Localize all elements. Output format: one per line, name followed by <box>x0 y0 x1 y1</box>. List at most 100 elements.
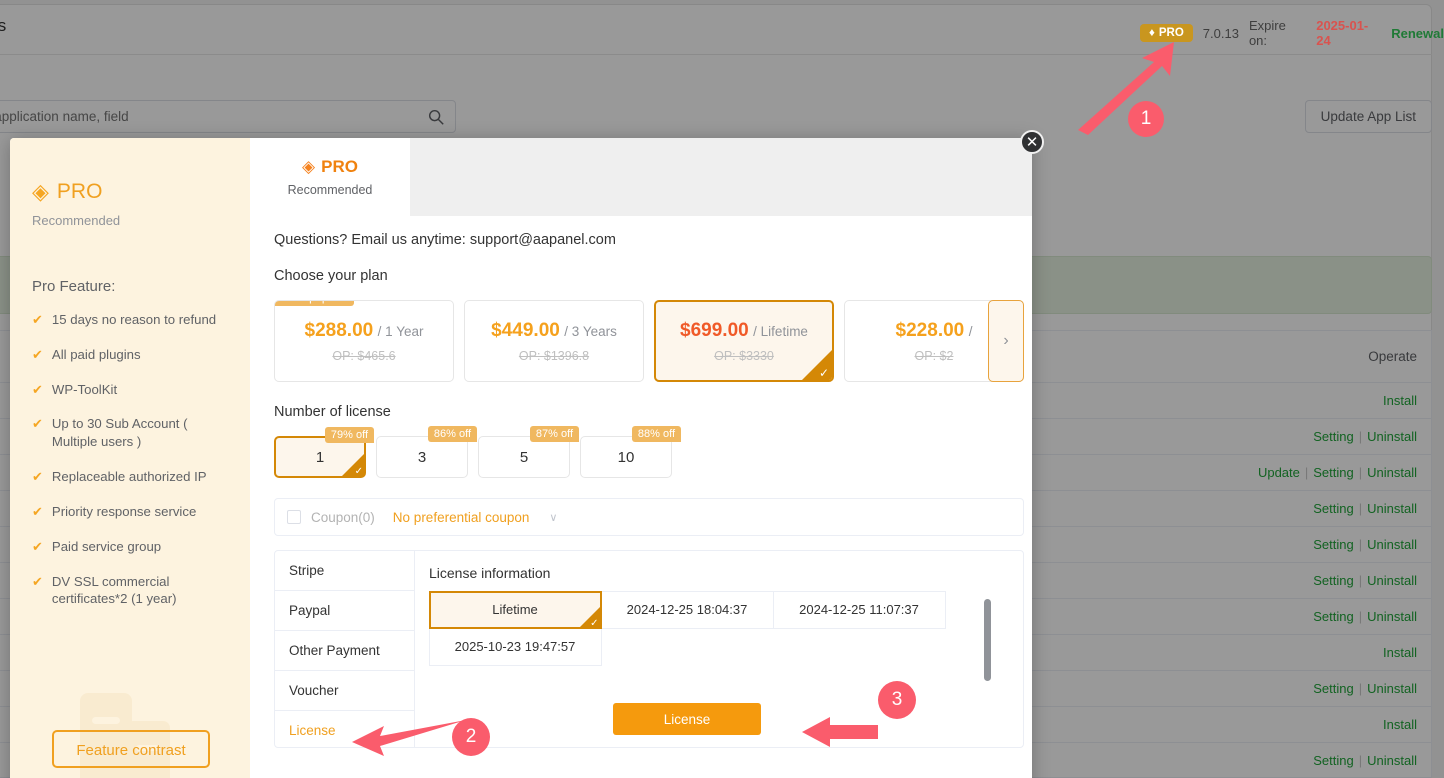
pro-feature-label: Priority response service <box>52 503 196 521</box>
tab-pro-title: ◈ PRO <box>302 157 358 177</box>
screen: ug-ins Update App List ss cation Status … <box>0 0 1444 778</box>
gem-icon: ◈ <box>302 157 315 177</box>
pro-feature-label: All paid plugins <box>52 346 141 364</box>
payment-detail: License information Lifetime✓2024-12-25 … <box>415 551 1023 747</box>
license-cell-label: 2024-12-25 11:07:37 <box>799 602 919 617</box>
pro-feature-item: ✔ Replaceable authorized IP <box>32 468 250 486</box>
check-icon: ✔ <box>32 573 43 609</box>
tab-pro-sublabel: Recommended <box>288 183 373 197</box>
check-icon: ✔ <box>32 381 43 399</box>
plan-options: Most popular$288.00 / 1 YearOP: $465.6$4… <box>274 300 1024 382</box>
pro-purchase-modal: ◈ PRO Recommended Pro Feature: ✔ 15 days … <box>10 138 1032 778</box>
plans-next-arrow-icon[interactable]: › <box>988 300 1024 382</box>
license-cell-3[interactable]: 2025-10-23 19:47:57 <box>429 628 602 666</box>
discount-badge: 88% off <box>632 426 681 442</box>
pro-feature-item: ✔Up to 30 Sub Account ( Multiple users ) <box>32 415 250 451</box>
payment-method-paypal[interactable]: Paypal <box>275 591 414 631</box>
license-count-label: 5 <box>520 449 528 466</box>
payment-method-stripe[interactable]: Stripe <box>275 551 414 591</box>
annotation-badge-1: 1 <box>1128 101 1164 137</box>
license-count-option-1[interactable]: 79% off1✓ <box>274 436 366 478</box>
plan-price: $699.00 <box>680 320 749 341</box>
license-submit-button[interactable]: License <box>613 703 761 735</box>
coupon-value: No preferential coupon <box>393 510 530 525</box>
pro-features-heading: Pro Feature: <box>32 278 250 295</box>
license-count-options: 79% off1✓86% off387% off588% off10 <box>274 436 1024 478</box>
pro-panel-title-text: PRO <box>57 180 103 204</box>
pro-feature-item: ✔Paid service group <box>32 538 250 556</box>
pro-feature-item: ✔WP-ToolKit <box>32 381 250 399</box>
pro-features-list: ✔ 15 days no reason to refund ✔ All paid pl… <box>32 311 250 608</box>
plan-original-price: OP: $3330 <box>714 349 774 363</box>
modal-content: Questions? Email us anytime: support@aap… <box>250 216 1032 748</box>
plan-original-price: OP: $465.6 <box>332 349 395 363</box>
license-count-option-10[interactable]: 88% off10 <box>580 436 672 478</box>
pro-feature-item: ✔DV SSL commercial certificates*2 (1 yea… <box>32 573 250 609</box>
license-count-option-5[interactable]: 87% off5 <box>478 436 570 478</box>
pro-feature-label: 15 days no reason to refund <box>52 311 216 329</box>
support-email-line: Questions? Email us anytime: support@aap… <box>274 232 1024 248</box>
plan-price: $228.00 <box>896 320 965 341</box>
plan-price: $288.00 <box>305 320 374 341</box>
expire-label: Expire on: <box>1249 18 1306 48</box>
plan-period: / Lifetime <box>753 324 808 339</box>
modal-main: ◈ PRO Recommended Questions? Email us an… <box>250 138 1032 778</box>
license-count-label: 3 <box>418 449 426 466</box>
tab-pro[interactable]: ◈ PRO Recommended <box>250 138 410 216</box>
check-icon: ✔ <box>32 468 43 486</box>
modal-tabs: ◈ PRO Recommended <box>250 138 1032 216</box>
license-cell-label: 2025-10-23 19:47:57 <box>455 639 576 654</box>
choose-plan-heading: Choose your plan <box>274 268 1024 284</box>
renewal-link[interactable]: Renewal <box>1391 26 1444 41</box>
check-icon: ✔ <box>32 311 43 329</box>
plan-price-row: $228.00 / <box>896 320 973 342</box>
license-table-scrollbar[interactable] <box>984 599 991 681</box>
license-cell-label: 2024-12-25 18:04:37 <box>627 602 748 617</box>
check-icon: ✓ <box>355 466 363 477</box>
plan-period: / <box>969 324 973 339</box>
license-cell-2[interactable]: 2024-12-25 11:07:37 <box>773 591 946 629</box>
pro-feature-label: Up to 30 Sub Account ( Multiple users ) <box>52 415 236 451</box>
annotation-arrow-3 <box>800 712 880 752</box>
plan-option-0[interactable]: Most popular$288.00 / 1 YearOP: $465.6 <box>274 300 454 382</box>
payment-method-other-payment[interactable]: Other Payment <box>275 631 414 671</box>
chevron-down-icon[interactable]: ∨ <box>549 511 557 524</box>
number-of-license-heading: Number of license <box>274 404 1024 420</box>
coupon-bar[interactable]: Coupon(0) No preferential coupon ∨ <box>274 498 1024 536</box>
pro-feature-label: DV SSL commercial certificates*2 (1 year… <box>52 573 236 609</box>
check-icon: ✔ <box>32 415 43 451</box>
feature-contrast-button[interactable]: Feature contrast <box>52 730 210 768</box>
license-cell-label: Lifetime <box>492 602 538 617</box>
gem-icon: ◈ <box>32 181 49 203</box>
plan-original-price: OP: $1396.8 <box>519 349 589 363</box>
plan-price-row: $288.00 / 1 Year <box>305 320 424 342</box>
license-cell-1[interactable]: 2024-12-25 18:04:37 <box>601 591 774 629</box>
plan-option-2[interactable]: $699.00 / Lifetime OP: $3330 ✓ <box>654 300 834 382</box>
pro-feature-item: ✔ 15 days no reason to refund <box>32 311 250 329</box>
annotation-badge-3: 3 <box>878 681 916 719</box>
coupon-label: Coupon(0) <box>311 510 375 525</box>
license-cell-0[interactable]: Lifetime ✓ <box>429 591 602 629</box>
license-count-label: 1 <box>316 449 324 466</box>
plan-original-price: OP: $2 <box>915 349 954 363</box>
check-icon: ✓ <box>590 618 598 629</box>
pro-feature-item: ✔Priority response service <box>32 503 250 521</box>
license-count-option-3[interactable]: 86% off3 <box>376 436 468 478</box>
plan-option-1[interactable]: $449.00 / 3 Years OP: $1396.8 <box>464 300 644 382</box>
close-icon[interactable]: ✕ <box>1020 130 1044 154</box>
discount-badge: 79% off <box>325 427 374 443</box>
plan-price-row: $449.00 / 3 Years <box>491 320 617 342</box>
check-icon: ✓ <box>819 366 829 380</box>
pro-feature-label: Paid service group <box>52 538 161 556</box>
plan-price: $449.00 <box>491 320 560 341</box>
plan-period: / 3 Years <box>564 324 617 339</box>
tab-pro-label: PRO <box>321 157 358 177</box>
check-icon: ✔ <box>32 346 43 364</box>
coupon-checkbox[interactable] <box>287 510 301 524</box>
pro-feature-label: Replaceable authorized IP <box>52 468 207 486</box>
plan-price-row: $699.00 / Lifetime <box>680 320 808 342</box>
payment-method-voucher[interactable]: Voucher <box>275 671 414 711</box>
version-label: 7.0.13 <box>1203 26 1239 41</box>
discount-badge: 86% off <box>428 426 477 442</box>
pro-panel-title: ◈ PRO <box>32 180 250 204</box>
